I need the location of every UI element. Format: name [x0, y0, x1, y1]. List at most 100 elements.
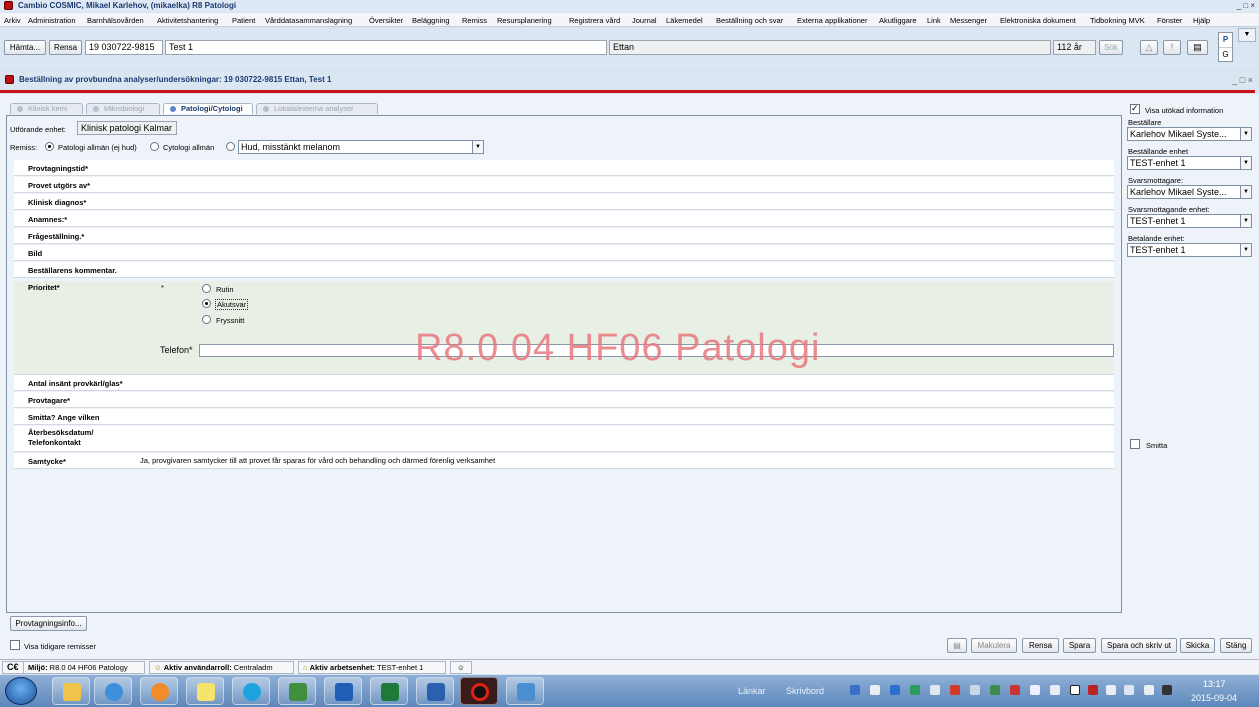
send-button[interactable]: Skicka	[1180, 638, 1215, 653]
media-icon[interactable]	[140, 677, 178, 705]
row-aterbesoksdatum[interactable]: Återbesöksdatum/ Telefonkontakt	[14, 426, 1114, 452]
search-button[interactable]: Sök	[1099, 40, 1123, 55]
menu-bestallning-och-svar[interactable]: Beställning och svar	[716, 16, 783, 25]
menu-barnhalsovarden[interactable]: Barnhälsovården	[87, 16, 144, 25]
tab-klinisk-kemi[interactable]: Klinisk kemi	[10, 103, 83, 114]
outlook-icon[interactable]	[324, 677, 362, 705]
referral-radio-cytologi[interactable]	[150, 142, 159, 151]
clear-button[interactable]: Rensa	[49, 40, 82, 55]
row-provet-utgors-av[interactable]: Provet utgörs av*	[14, 177, 1114, 193]
person-icon[interactable]: ☺	[450, 661, 472, 674]
row-anamnes[interactable]: Anamnes:*	[14, 211, 1114, 227]
cosmic-icon[interactable]	[460, 677, 498, 705]
menu-externa-applikationer[interactable]: Externa applikationer	[797, 16, 867, 25]
menu-registrera-vard[interactable]: Registrera vård	[569, 16, 620, 25]
list-icon[interactable]: ▤	[947, 638, 967, 653]
row-provtagare[interactable]: Provtagare*	[14, 392, 1114, 408]
first-name-field[interactable]: Test 1	[165, 40, 607, 55]
tray-icon[interactable]	[850, 685, 860, 695]
save-and-print-button[interactable]: Spara och skriv ut	[1101, 638, 1177, 653]
tray-icon[interactable]	[1050, 685, 1060, 695]
explorer-icon[interactable]	[52, 677, 90, 705]
tray-icon[interactable]	[890, 685, 900, 695]
menu-oversikter[interactable]: Översikter	[369, 16, 403, 25]
referral-dropdown[interactable]: Hud, misstänkt melanom ▼	[238, 140, 484, 154]
personnummer-field[interactable]: 19 030722-9815	[85, 40, 163, 55]
volume-icon[interactable]	[1144, 685, 1154, 695]
menu-akutliggare[interactable]: Akutliggare	[879, 16, 917, 25]
tray-icon[interactable]	[990, 685, 1000, 695]
priority-radio-akutsvar[interactable]	[202, 299, 211, 308]
row-bestallarens-kommentar[interactable]: Beställarens kommentar.	[14, 262, 1114, 278]
save-button[interactable]: Spara	[1063, 638, 1096, 653]
warning-icon[interactable]: △	[1140, 40, 1158, 55]
tray-icon[interactable]	[1070, 685, 1080, 695]
tray-icon[interactable]	[970, 685, 980, 695]
recipient-unit-dropdown[interactable]: TEST-enhet 1 ▼	[1127, 214, 1252, 228]
menu-remiss[interactable]: Remiss	[462, 16, 487, 25]
arrow-app-icon[interactable]	[278, 677, 316, 705]
minimize-button[interactable]: _	[1237, 1, 1241, 10]
void-button[interactable]: Makulera	[971, 638, 1017, 653]
row-bild[interactable]: Bild	[14, 245, 1114, 261]
alert-icon[interactable]: !	[1163, 40, 1181, 55]
menu-belaggning[interactable]: Beläggning	[412, 16, 450, 25]
row-klinisk-diagnos[interactable]: Klinisk diagnos*	[14, 194, 1114, 210]
menu-arkiv[interactable]: Arkiv	[4, 16, 21, 25]
tray-icon[interactable]	[870, 685, 880, 695]
row-samtycke[interactable]: Samtycke* Ja, provgivaren samtycker till…	[14, 453, 1114, 469]
tray-icon[interactable]	[1106, 685, 1116, 695]
row-fragestallning[interactable]: Frågeställning.*	[14, 228, 1114, 244]
infection-checkbox[interactable]	[1130, 439, 1140, 449]
show-previous-checkbox[interactable]	[10, 640, 20, 650]
menu-resursplanering[interactable]: Resursplanering	[497, 16, 552, 25]
tray-icon[interactable]	[1124, 685, 1134, 695]
tray-icon[interactable]	[950, 685, 960, 695]
tray-icon[interactable]	[910, 685, 920, 695]
menu-varddatasammanslagning[interactable]: Vårddatasammanslagning	[265, 16, 352, 25]
row-provtagningstid[interactable]: Provtagningstid*	[14, 160, 1114, 176]
clear-form-button[interactable]: Rensa	[1022, 638, 1059, 653]
fetch-button[interactable]: Hämta...	[4, 40, 46, 55]
window-controls[interactable]: _ □ ×	[1237, 1, 1255, 10]
links-label[interactable]: Länkar	[738, 686, 766, 696]
referral-radio-hud[interactable]	[226, 142, 235, 151]
skype-icon[interactable]	[232, 677, 270, 705]
sticky-notes-icon[interactable]	[186, 677, 224, 705]
row-antal-provkarl[interactable]: Antal insänt provkärl/glas*	[14, 375, 1114, 391]
row-smitta[interactable]: Smitta? Ange vilken	[14, 409, 1114, 425]
referral-radio-patologi[interactable]	[45, 142, 54, 151]
sampling-info-button[interactable]: Provtagningsinfo...	[10, 616, 87, 631]
tray-icon[interactable]	[1010, 685, 1020, 695]
paying-unit-dropdown[interactable]: TEST-enhet 1 ▼	[1127, 243, 1252, 257]
dropdown-arrow-icon[interactable]: ▼	[1238, 28, 1256, 42]
tab-patologi-cytologi[interactable]: Patologi/Cytologi	[163, 103, 253, 114]
menu-elektroniska-dokument[interactable]: Elektroniska dokument	[1000, 16, 1076, 25]
menu-fonster[interactable]: Fönster	[1157, 16, 1182, 25]
priority-radio-fryssnitt[interactable]	[202, 315, 211, 324]
desktop-label[interactable]: Skrivbord	[786, 686, 824, 696]
ordering-unit-dropdown[interactable]: TEST-enhet 1 ▼	[1127, 156, 1252, 170]
word-icon[interactable]	[416, 677, 454, 705]
menu-lakemedel[interactable]: Läkemedel	[666, 16, 703, 25]
tray-icon[interactable]	[930, 685, 940, 695]
panel-window-controls[interactable]: _ □ ×	[1232, 75, 1253, 85]
show-extended-checkbox[interactable]	[1130, 103, 1140, 114]
orderer-dropdown[interactable]: Karlehov Mikael Syste... ▼	[1127, 127, 1252, 141]
menu-messenger[interactable]: Messenger	[950, 16, 987, 25]
menu-patient[interactable]: Patient	[232, 16, 255, 25]
tray-icon[interactable]	[1162, 685, 1172, 695]
tab-lokala-externa-analyser[interactable]: Lokala/externa analyser	[256, 103, 378, 114]
pg-indicator[interactable]: P G	[1218, 32, 1233, 62]
close-form-button[interactable]: Stäng	[1220, 638, 1252, 653]
menu-link[interactable]: Link	[927, 16, 941, 25]
remote-desktop-icon[interactable]	[506, 677, 544, 705]
tray-icon[interactable]	[1088, 685, 1098, 695]
close-button[interactable]: ×	[1250, 1, 1255, 10]
ie-icon[interactable]	[94, 677, 132, 705]
menu-tidbokning-mvk[interactable]: Tidbokning MVK	[1090, 16, 1145, 25]
tab-mikrobiologi[interactable]: Mikrobiologi	[86, 103, 160, 114]
menu-hjalp[interactable]: Hjälp	[1193, 16, 1210, 25]
excel-icon[interactable]	[370, 677, 408, 705]
restore-button[interactable]: □	[1243, 1, 1248, 10]
